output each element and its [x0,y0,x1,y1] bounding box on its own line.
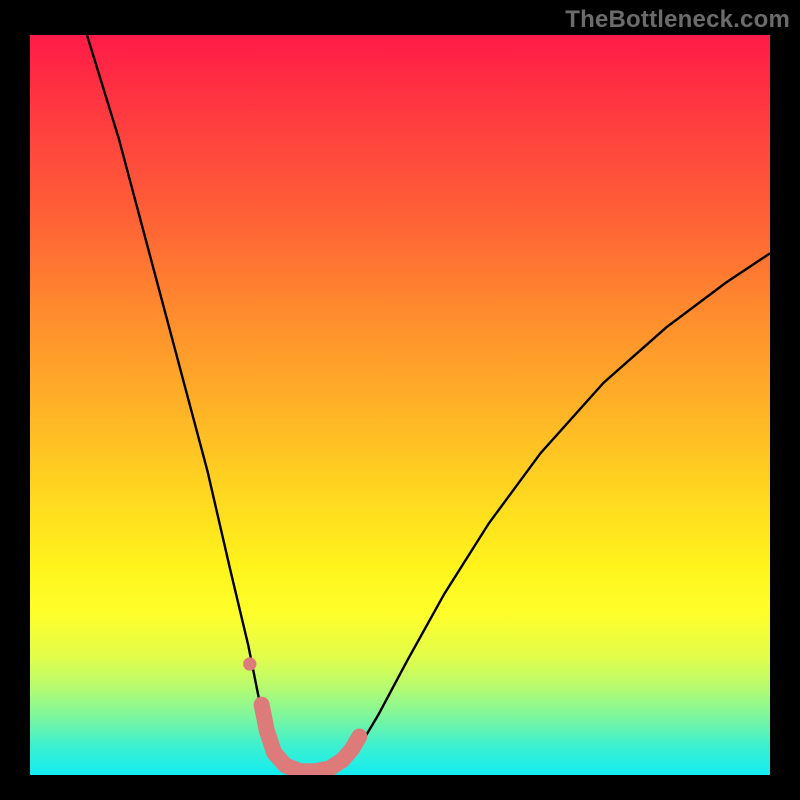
watermark-text: TheBottleneck.com [565,6,790,34]
chart-plot-area [30,35,770,775]
